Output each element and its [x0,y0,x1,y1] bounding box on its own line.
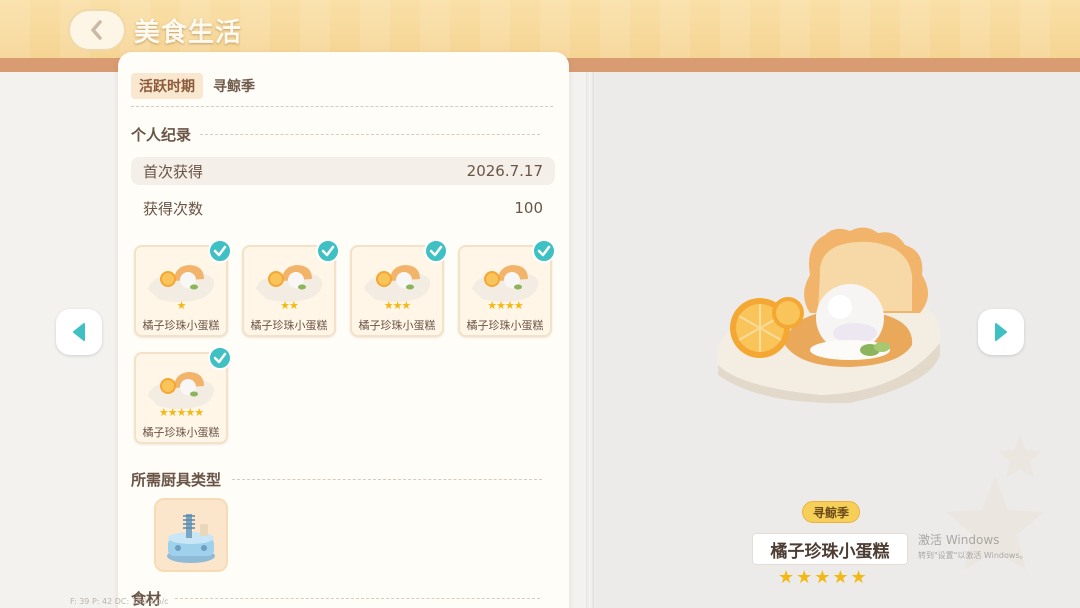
debug-stats: F: 39 P: 42 DC: 150 s/p/c [70,597,169,606]
back-button[interactable] [68,9,126,51]
divider [131,106,553,107]
first-obtained-value: 2026.7.17 [466,162,543,180]
dish-illustration [716,227,941,404]
variant-name: 橘子珍珠小蛋糕 [250,319,328,332]
watermark-line2: 转到"设置"以激活 Windows。 [918,551,1028,560]
collected-check-icon [208,346,232,370]
collected-check-icon [316,239,340,263]
variant-stars: ★ [176,299,187,312]
triangle-left-icon [73,323,85,341]
variant-stars: ★★★★★ [158,406,204,419]
kitchenware-item[interactable] [154,498,228,572]
triangle-right-icon [995,323,1007,341]
dish-thumbnail-icon [148,372,215,409]
dish-thumbnail-icon [472,265,539,302]
dish-thumbnail-icon [148,265,215,302]
collected-check-icon [208,239,232,263]
variant-stars: ★★★★ [487,299,523,312]
book-spine [586,72,594,608]
divider [200,134,540,135]
decorative-star-icon [946,476,1044,570]
variant-name: 橘子珍珠小蛋糕 [142,319,220,332]
variant-name: 橘子珍珠小蛋糕 [466,319,544,332]
times-obtained-label: 获得次数 [143,199,204,218]
times-obtained-row: 获得次数 100 [131,194,555,222]
variant-stars: ★★ [280,299,299,312]
first-obtained-row: 首次获得 2026.7.17 [131,157,555,185]
previous-dish-button[interactable] [56,309,102,355]
page-title: 美食生活 [134,18,243,48]
chevron-left-icon [91,20,102,40]
times-obtained-value: 100 [514,199,543,217]
collected-check-icon [424,239,448,263]
active-period-label: 活跃时期 [131,73,203,99]
active-period-row: 活跃时期 寻鲸季 [131,73,255,99]
personal-record-title: 个人纪录 [131,126,192,144]
variant-name: 橘子珍珠小蛋糕 [142,426,220,439]
dish-star-rating: ★★★★★ [778,567,869,588]
collected-check-icon [532,239,556,263]
variant-name: 橘子珍珠小蛋糕 [358,319,436,332]
steamer-tool-icon [167,514,215,563]
dish-thumbnail-icon [364,265,431,302]
activation-watermark: 激活 Windows 转到"设置"以激活 Windows。 [918,531,1028,561]
variant-stars: ★★★ [383,299,412,312]
kitchenware-title: 所需厨具类型 [131,471,222,489]
first-obtained-label: 首次获得 [143,162,204,181]
active-period-value: 寻鲸季 [213,79,255,95]
next-dish-button[interactable] [978,309,1024,355]
divider [232,479,542,480]
divider [175,598,540,599]
season-tag: 寻鲸季 [802,501,860,523]
dish-name: 橘子珍珠小蛋糕 [752,533,908,565]
watermark-line1: 激活 Windows [918,533,1000,547]
dish-thumbnail-icon [256,265,323,302]
